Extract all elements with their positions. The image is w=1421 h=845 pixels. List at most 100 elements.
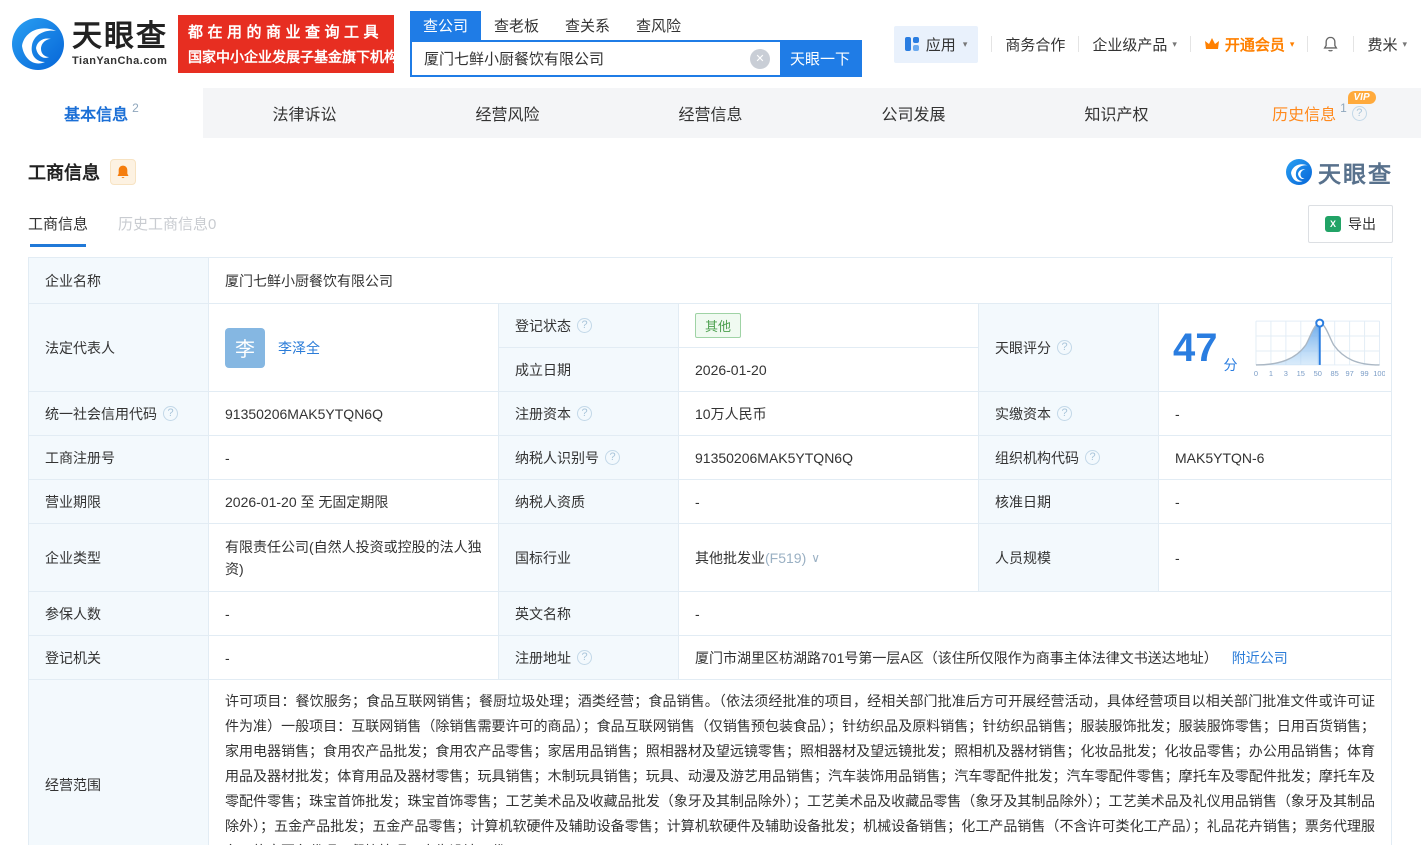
taxpayer-quality-value: - xyxy=(679,480,979,524)
clear-search-icon[interactable]: ✕ xyxy=(750,48,770,69)
company-name-label: 企业名称 xyxy=(29,258,209,304)
taxpayer-id-value: 91350206MAK5YTQN6Q xyxy=(679,436,979,480)
english-name-value: - xyxy=(679,592,1392,636)
username-label: 费米 xyxy=(1367,36,1398,54)
monitor-bell-button[interactable] xyxy=(110,159,136,185)
apps-label: 应用 xyxy=(925,36,956,54)
svg-text:50: 50 xyxy=(1313,368,1321,377)
section-title: 工商信息 xyxy=(28,163,100,183)
nav-divider xyxy=(1078,36,1080,52)
establish-date-label: 成立日期 xyxy=(499,348,679,392)
nav-divider xyxy=(1353,36,1355,52)
reg-address-value: 厦门市湖里区枋湖路701号第一层A区（该住所仅限作为商事主体法律文书送达地址） … xyxy=(679,636,1392,680)
apps-menu[interactable]: 应用 ▾ xyxy=(893,25,979,63)
help-icon[interactable]: ? xyxy=(1351,105,1367,121)
reg-address-label: 注册地址 ? xyxy=(499,636,679,680)
subtab-business-info[interactable]: 工商信息 xyxy=(28,213,88,247)
tab-history-info[interactable]: VIP 历史信息 1 ? xyxy=(1218,88,1421,138)
score-distribution-chart: 0 1 3 15 50 85 97 99 100 xyxy=(1253,318,1385,377)
section-header: 工商信息 天眼查 xyxy=(28,155,1393,189)
watermark-logo: 天眼查 xyxy=(1286,155,1393,189)
tab-basic-count: 2 xyxy=(132,101,139,115)
chevron-down-icon[interactable]: ∨ xyxy=(811,551,820,565)
tab-operating-risk[interactable]: 经营风险 xyxy=(406,88,609,138)
reg-capital-value: 10万人民币 xyxy=(679,392,979,436)
reg-authority-label: 登记机关 xyxy=(29,636,209,680)
business-info-table: 企业名称 厦门七鲜小厨餐饮有限公司 法定代表人 李 李泽全 登记状态 ? 其他 … xyxy=(28,257,1393,845)
tab-legal-proceedings[interactable]: 法律诉讼 xyxy=(203,88,406,138)
enterprise-label: 企业级产品 xyxy=(1092,36,1168,54)
tab-basic-label: 基本信息 xyxy=(64,107,129,124)
help-icon[interactable]: ? xyxy=(163,406,178,421)
org-code-value: MAK5YTQN-6 xyxy=(1159,436,1392,480)
nearby-companies-link[interactable]: 附近公司 xyxy=(1232,648,1288,668)
search-input[interactable] xyxy=(412,42,750,75)
tianyancha-logo[interactable]: 天眼查 TianYanCha.com xyxy=(12,18,168,70)
svg-text:97: 97 xyxy=(1345,368,1353,377)
search-tab-boss[interactable]: 查老板 xyxy=(481,11,552,40)
reg-status-label: 登记状态 ? xyxy=(499,304,679,348)
nav-cooperation[interactable]: 商务合作 xyxy=(1005,34,1065,55)
top-bar: 天眼查 TianYanCha.com 都在用的商业查询工具 国家中小企业发展子基… xyxy=(0,0,1421,88)
credit-code-label: 统一社会信用代码 ? xyxy=(29,392,209,436)
insured-count-value: - xyxy=(209,592,499,636)
help-icon[interactable]: ? xyxy=(1057,406,1072,421)
search-tab-company[interactable]: 查公司 xyxy=(410,11,482,40)
score-number: 47 xyxy=(1173,325,1218,370)
search-tab-relation[interactable]: 查关系 xyxy=(552,11,623,40)
svg-text:100: 100 xyxy=(1373,368,1385,377)
english-name-label: 英文名称 xyxy=(499,592,679,636)
tianyancha-company-page: 天眼查 TianYanCha.com 都在用的商业查询工具 国家中小企业发展子基… xyxy=(0,0,1421,845)
help-icon[interactable]: ? xyxy=(1085,450,1100,465)
legal-rep-link[interactable]: 李泽全 xyxy=(278,338,320,358)
open-vip-label: 开通会员 xyxy=(1224,36,1285,54)
tab-operating-info[interactable]: 经营信息 xyxy=(609,88,812,138)
slogan-line-1: 都在用的商业查询工具 xyxy=(188,24,384,41)
bell-icon xyxy=(1323,36,1338,51)
business-term-label: 营业期限 xyxy=(29,480,209,524)
status-badge: 其他 xyxy=(695,313,742,338)
company-type-label: 企业类型 xyxy=(29,524,209,592)
staff-size-label: 人员规模 xyxy=(979,524,1159,592)
help-icon[interactable]: ? xyxy=(577,406,592,421)
help-icon[interactable]: ? xyxy=(577,650,592,665)
help-icon[interactable]: ? xyxy=(605,450,620,465)
notifications-button[interactable] xyxy=(1321,35,1340,54)
svg-text:99: 99 xyxy=(1360,368,1368,377)
legal-rep-avatar[interactable]: 李 xyxy=(225,327,265,368)
nav-user-menu[interactable]: 费米 ▾ xyxy=(1367,34,1407,55)
export-button[interactable]: X 导出 xyxy=(1308,205,1393,243)
help-icon[interactable]: ? xyxy=(1057,340,1072,355)
tab-basic-info[interactable]: 基本信息 2 xyxy=(0,88,203,138)
establish-date-value: 2026-01-20 xyxy=(679,348,979,392)
cooperation-label: 商务合作 xyxy=(1005,36,1066,54)
tab-company-development[interactable]: 公司发展 xyxy=(812,88,1015,138)
score-label: 天眼评分 ? xyxy=(979,304,1159,392)
nav-open-vip[interactable]: 开通会员 ▾ xyxy=(1204,34,1294,55)
subtab-row: 工商信息 历史工商信息0 X 导出 xyxy=(28,205,1393,247)
excel-icon: X xyxy=(1325,216,1341,232)
caret-down-icon: ▾ xyxy=(1402,38,1407,49)
apps-grid-icon xyxy=(904,37,919,51)
reg-status-value: 其他 xyxy=(679,304,979,348)
industry-value: 其他批发业 (F519) ∨ xyxy=(679,524,979,592)
bell-icon xyxy=(117,165,129,178)
tab-intellectual-property[interactable]: 知识产权 xyxy=(1015,88,1218,138)
nav-divider xyxy=(1307,36,1309,52)
search-tab-risk[interactable]: 查风险 xyxy=(623,11,694,40)
nav-divider xyxy=(991,36,993,52)
nav-enterprise-products[interactable]: 企业级产品 ▾ xyxy=(1092,34,1177,55)
company-section-tabs: 基本信息 2 法律诉讼 经营风险 经营信息 公司发展 知识产权 VIP 历史信息… xyxy=(0,88,1421,138)
reg-number-value: - xyxy=(209,436,499,480)
tab-history-count: 1 xyxy=(1340,101,1347,115)
company-type-value: 有限责任公司(自然人投资或控股的法人独资) xyxy=(209,524,499,592)
score-value: 47 分 0 1 3 15 50 85 97 99 100 xyxy=(1159,304,1392,392)
brand-domain: TianYanCha.com xyxy=(72,54,168,67)
help-icon[interactable]: ? xyxy=(577,318,592,333)
credit-code-value: 91350206MAK5YTQN6Q xyxy=(209,392,499,436)
vip-badge: VIP xyxy=(1347,91,1376,104)
approval-date-label: 核准日期 xyxy=(979,480,1159,524)
subtab-history-business-info[interactable]: 历史工商信息0 xyxy=(118,213,216,247)
business-scope-label: 经营范围 xyxy=(29,680,209,845)
search-button[interactable]: 天眼一下 xyxy=(780,42,860,75)
